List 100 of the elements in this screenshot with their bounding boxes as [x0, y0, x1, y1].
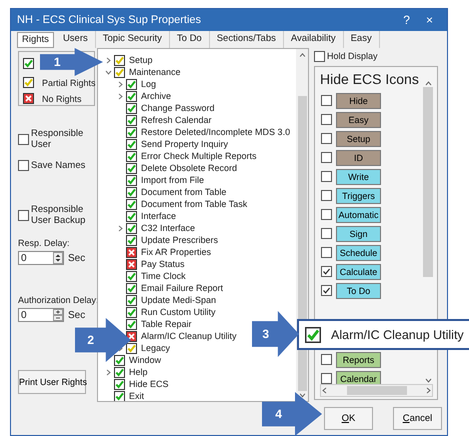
dialog-button[interactable]: OK: [324, 407, 373, 430]
spin-arrows-icon[interactable]: [53, 252, 63, 264]
checkbox[interactable]: [18, 210, 29, 220]
vertical-scrollbar[interactable]: [296, 49, 308, 401]
legend-label: Partial Rights: [42, 78, 96, 88]
tree-item[interactable]: C32 Interface: [141, 223, 196, 233]
tree-item[interactable]: Document from Table: [141, 187, 226, 197]
arrow-callout: [40, 48, 103, 76]
tree-item[interactable]: Email Failure Report: [141, 283, 224, 293]
tab[interactable]: Users: [56, 31, 96, 48]
icon-button[interactable]: To Do: [336, 282, 381, 298]
tree-item[interactable]: Document from Table Task: [141, 199, 248, 209]
checkbox[interactable]: [321, 95, 332, 106]
checkbox[interactable]: [321, 152, 332, 163]
tab[interactable]: Rights: [17, 32, 54, 48]
icon-button[interactable]: Automatic: [336, 206, 381, 222]
step-number: 3: [262, 327, 270, 341]
icon-button[interactable]: Hide: [336, 92, 381, 108]
checkbox[interactable]: [321, 266, 332, 277]
tree-item[interactable]: Hide ECS: [129, 379, 169, 389]
checkbox[interactable]: [321, 190, 332, 201]
tree-item[interactable]: Legacy: [141, 343, 170, 353]
tree-item[interactable]: Delete Obsolete Record: [141, 163, 238, 173]
delay-label: Authorization Delay:: [18, 295, 97, 305]
checkbox[interactable]: [321, 114, 332, 125]
tree-item[interactable]: Pay Status: [141, 259, 185, 269]
chevron-right-icon[interactable]: [424, 387, 432, 394]
checkbox[interactable]: [321, 209, 332, 220]
tree-item[interactable]: Table Repair: [141, 319, 192, 329]
chevron-down-icon[interactable]: [104, 68, 112, 76]
panel-title: Hide ECS Icons: [320, 71, 419, 89]
chevron-down-icon[interactable]: [424, 377, 432, 385]
step-number: 4: [275, 407, 282, 421]
tree-item[interactable]: Interface: [141, 211, 176, 221]
tree-item[interactable]: Window: [129, 355, 162, 365]
delay-label: Resp. Delay:: [18, 238, 71, 248]
tree-item[interactable]: Update Medi-Span: [141, 295, 216, 305]
checkbox[interactable]: [321, 373, 332, 384]
window-title: NH - ECS Clinical Sys Sup Properties: [17, 14, 202, 26]
checkbox[interactable]: [18, 160, 29, 171]
tree-item[interactable]: Log: [141, 79, 156, 89]
icon-button[interactable]: Reports: [336, 352, 381, 368]
tree-item[interactable]: Fix AR Properties: [141, 247, 212, 257]
tree-item[interactable]: Exit: [129, 391, 144, 401]
checkbox[interactable]: [321, 171, 332, 182]
tree-item[interactable]: Import from File: [141, 175, 204, 185]
chevron-right-icon[interactable]: [104, 56, 112, 64]
checkbox[interactable]: [321, 354, 332, 365]
icon-button[interactable]: Triggers: [336, 188, 381, 204]
legend-label: No Rights: [42, 94, 82, 104]
spin-plus-minus-icon[interactable]: [53, 309, 63, 321]
help-button[interactable]: ?: [395, 13, 418, 27]
tree-item[interactable]: Setup: [129, 55, 153, 65]
icon-button[interactable]: Easy: [336, 112, 381, 128]
horizontal-scrollbar[interactable]: [320, 384, 433, 397]
tree-item[interactable]: Maintenance: [129, 67, 181, 77]
tab[interactable]: Easy: [344, 31, 380, 48]
close-button[interactable]: ×: [418, 13, 441, 27]
unit-label: Sec: [68, 310, 86, 320]
tree-item[interactable]: Update Prescribers: [141, 235, 218, 245]
chevron-right-icon[interactable]: [116, 224, 124, 232]
step-number: 1: [54, 55, 61, 69]
print-user-rights-button[interactable]: Print User Rights: [18, 370, 86, 394]
arrow-callout: [75, 318, 131, 362]
icon-button[interactable]: Setup: [336, 130, 381, 146]
icon-button[interactable]: Schedule: [336, 244, 381, 260]
tree-item[interactable]: Restore Deleted/Incomplete MDS 3.0: [141, 127, 290, 137]
tree-item[interactable]: Change Password: [141, 103, 215, 113]
delay-spinner[interactable]: 0: [18, 308, 64, 322]
icon-button[interactable]: Calculate: [336, 264, 381, 280]
chevron-right-icon[interactable]: [116, 80, 124, 88]
chevron-right-icon[interactable]: [116, 92, 124, 100]
icon-button[interactable]: ID: [336, 150, 381, 166]
checkbox[interactable]: [314, 50, 325, 62]
checkbox-label: Save Names: [31, 160, 86, 171]
checkbox[interactable]: [321, 247, 332, 258]
checkbox-label: Responsible User Backup: [31, 204, 86, 226]
icon-button[interactable]: Write: [336, 168, 381, 184]
checkbox-label: Responsible User: [31, 128, 84, 150]
icon-button[interactable]: Sign: [336, 226, 381, 242]
checkbox-label: Hold Display: [327, 51, 378, 61]
chevron-left-icon[interactable]: [321, 387, 329, 394]
tree-item[interactable]: Error Check Multiple Reports: [141, 151, 257, 161]
step-number: 2: [87, 333, 94, 347]
checkbox[interactable]: [18, 134, 29, 144]
checkbox[interactable]: [321, 133, 332, 144]
tree-item[interactable]: Help: [129, 367, 148, 377]
dialog-button[interactable]: Cancel: [393, 407, 442, 430]
chevron-up-icon[interactable]: [424, 79, 432, 87]
tree-item[interactable]: Archive: [141, 91, 172, 101]
tree-item[interactable]: Refresh Calendar: [141, 115, 212, 125]
tree-item[interactable]: Send Property Inquiry: [141, 139, 228, 149]
chevron-right-icon[interactable]: [104, 368, 112, 376]
checkbox[interactable]: [321, 285, 332, 296]
tree-item[interactable]: Time Clock: [141, 271, 186, 281]
checkbox[interactable]: [321, 228, 332, 239]
tree-item[interactable]: Run Custom Utility: [141, 307, 216, 317]
delay-spinner[interactable]: 0: [18, 251, 64, 265]
tree-item[interactable]: Alarm/IC Cleanup Utility: [141, 331, 237, 341]
unit-label: Sec: [68, 252, 86, 264]
